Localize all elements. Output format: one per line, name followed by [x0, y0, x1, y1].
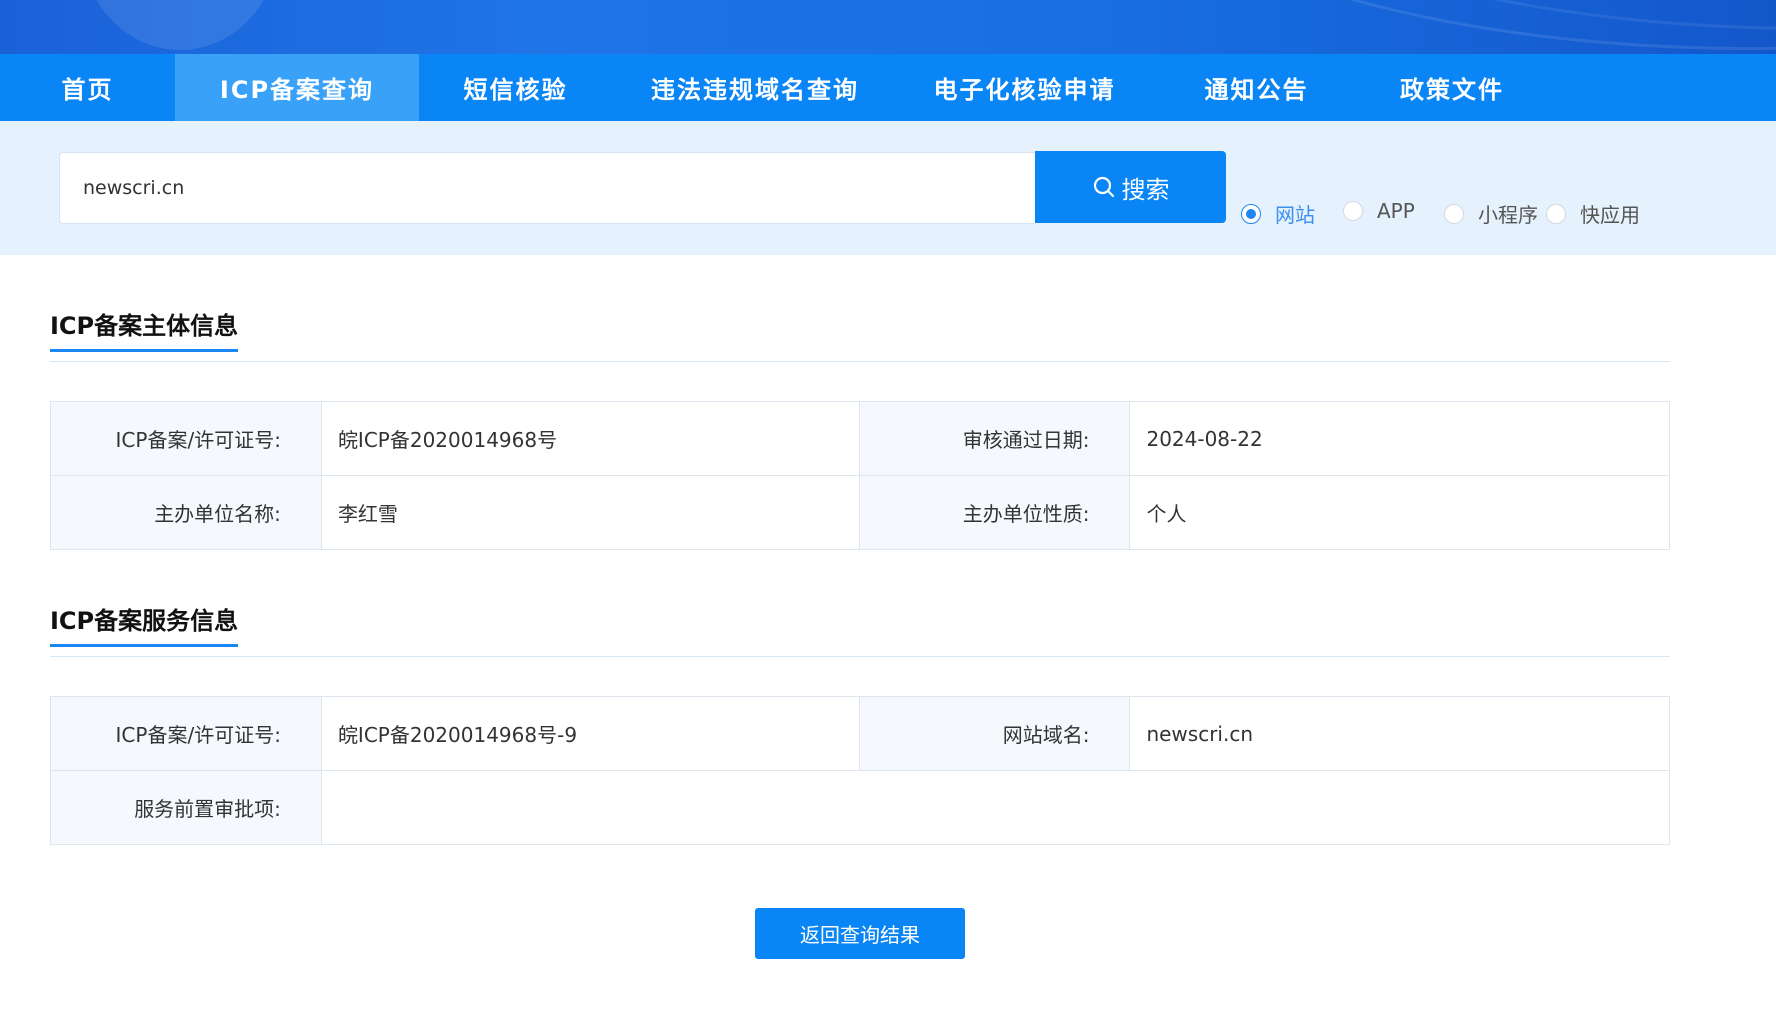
table-row: 主办单位名称: 李红雪 主办单位性质: 个人: [50, 475, 1670, 550]
radio-website[interactable]: 网站: [1241, 199, 1315, 228]
license-label: ICP备案/许可证号:: [50, 401, 322, 476]
search-button[interactable]: 搜索: [1035, 151, 1226, 223]
service-license-value: 皖ICP备2020014968号-9: [320, 696, 860, 771]
domain-label: 网站域名:: [858, 696, 1131, 771]
nav-item-notices[interactable]: 通知公告: [1151, 54, 1362, 121]
radio-quick-app[interactable]: 快应用: [1546, 199, 1640, 228]
org-type-label: 主办单位性质:: [858, 475, 1131, 550]
radio-label: APP: [1377, 199, 1415, 223]
back-to-results-button[interactable]: 返回查询结果: [755, 908, 965, 959]
radio-indicator: [1241, 203, 1261, 224]
org-name-label: 主办单位名称:: [50, 475, 322, 550]
license-value: 皖ICP备2020014968号: [320, 401, 860, 476]
radio-mini-program[interactable]: 小程序: [1444, 199, 1538, 228]
service-license-label: ICP备案/许可证号:: [50, 696, 322, 771]
header-banner: [0, 0, 1776, 54]
preapproval-value: [320, 770, 1671, 845]
approve-date-label: 审核通过日期:: [858, 401, 1131, 476]
preapproval-label: 服务前置审批项:: [50, 770, 322, 845]
nav-item-electronic-verify[interactable]: 电子化核验申请: [898, 54, 1151, 121]
nav-item-icp-query[interactable]: ICP备案查询: [175, 54, 419, 121]
service-info-title: ICP备案服务信息: [50, 601, 239, 647]
radio-label: 快应用: [1580, 203, 1640, 227]
radio-label: 网站: [1275, 203, 1315, 227]
nav-item-policy-docs[interactable]: 政策文件: [1362, 54, 1542, 121]
search-button-label: 搜索: [1121, 175, 1170, 204]
radio-indicator: [1444, 203, 1464, 224]
section-divider: [50, 361, 1670, 362]
table-row: ICP备案/许可证号: 皖ICP备2020014968号-9 网站域名: new…: [50, 696, 1670, 771]
nav-item-illegal-domain-query[interactable]: 违法违规域名查询: [612, 54, 898, 121]
org-type-value: 个人: [1129, 475, 1670, 550]
table-row: ICP备案/许可证号: 皖ICP备2020014968号 审核通过日期: 202…: [50, 401, 1670, 476]
search-area: 搜索 网站 APP 小程序 快应用: [0, 121, 1776, 255]
table-row: 服务前置审批项:: [50, 770, 1671, 845]
section-divider: [50, 656, 1670, 657]
search-input[interactable]: [59, 152, 1035, 224]
nav-item-home[interactable]: 首页: [0, 54, 175, 121]
subject-info-title: ICP备案主体信息: [50, 306, 239, 352]
radio-indicator: [1343, 201, 1363, 221]
approve-date-value: 2024-08-22: [1129, 401, 1670, 476]
domain-value: newscri.cn: [1129, 696, 1670, 771]
search-icon: [1093, 176, 1114, 198]
org-name-value: 李红雪: [320, 475, 860, 550]
radio-indicator: [1546, 203, 1566, 224]
radio-label: 小程序: [1478, 203, 1538, 227]
banner-decoration: [80, 0, 280, 50]
service-info-table: ICP备案/许可证号: 皖ICP备2020014968号-9 网站域名: new…: [50, 696, 1671, 845]
radio-app[interactable]: APP: [1343, 199, 1415, 223]
main-nav: 首页 ICP备案查询 短信核验 违法违规域名查询 电子化核验申请 通知公告 政策…: [0, 54, 1776, 121]
subject-info-table: ICP备案/许可证号: 皖ICP备2020014968号 审核通过日期: 202…: [50, 401, 1670, 550]
nav-item-sms-verify[interactable]: 短信核验: [419, 54, 612, 121]
